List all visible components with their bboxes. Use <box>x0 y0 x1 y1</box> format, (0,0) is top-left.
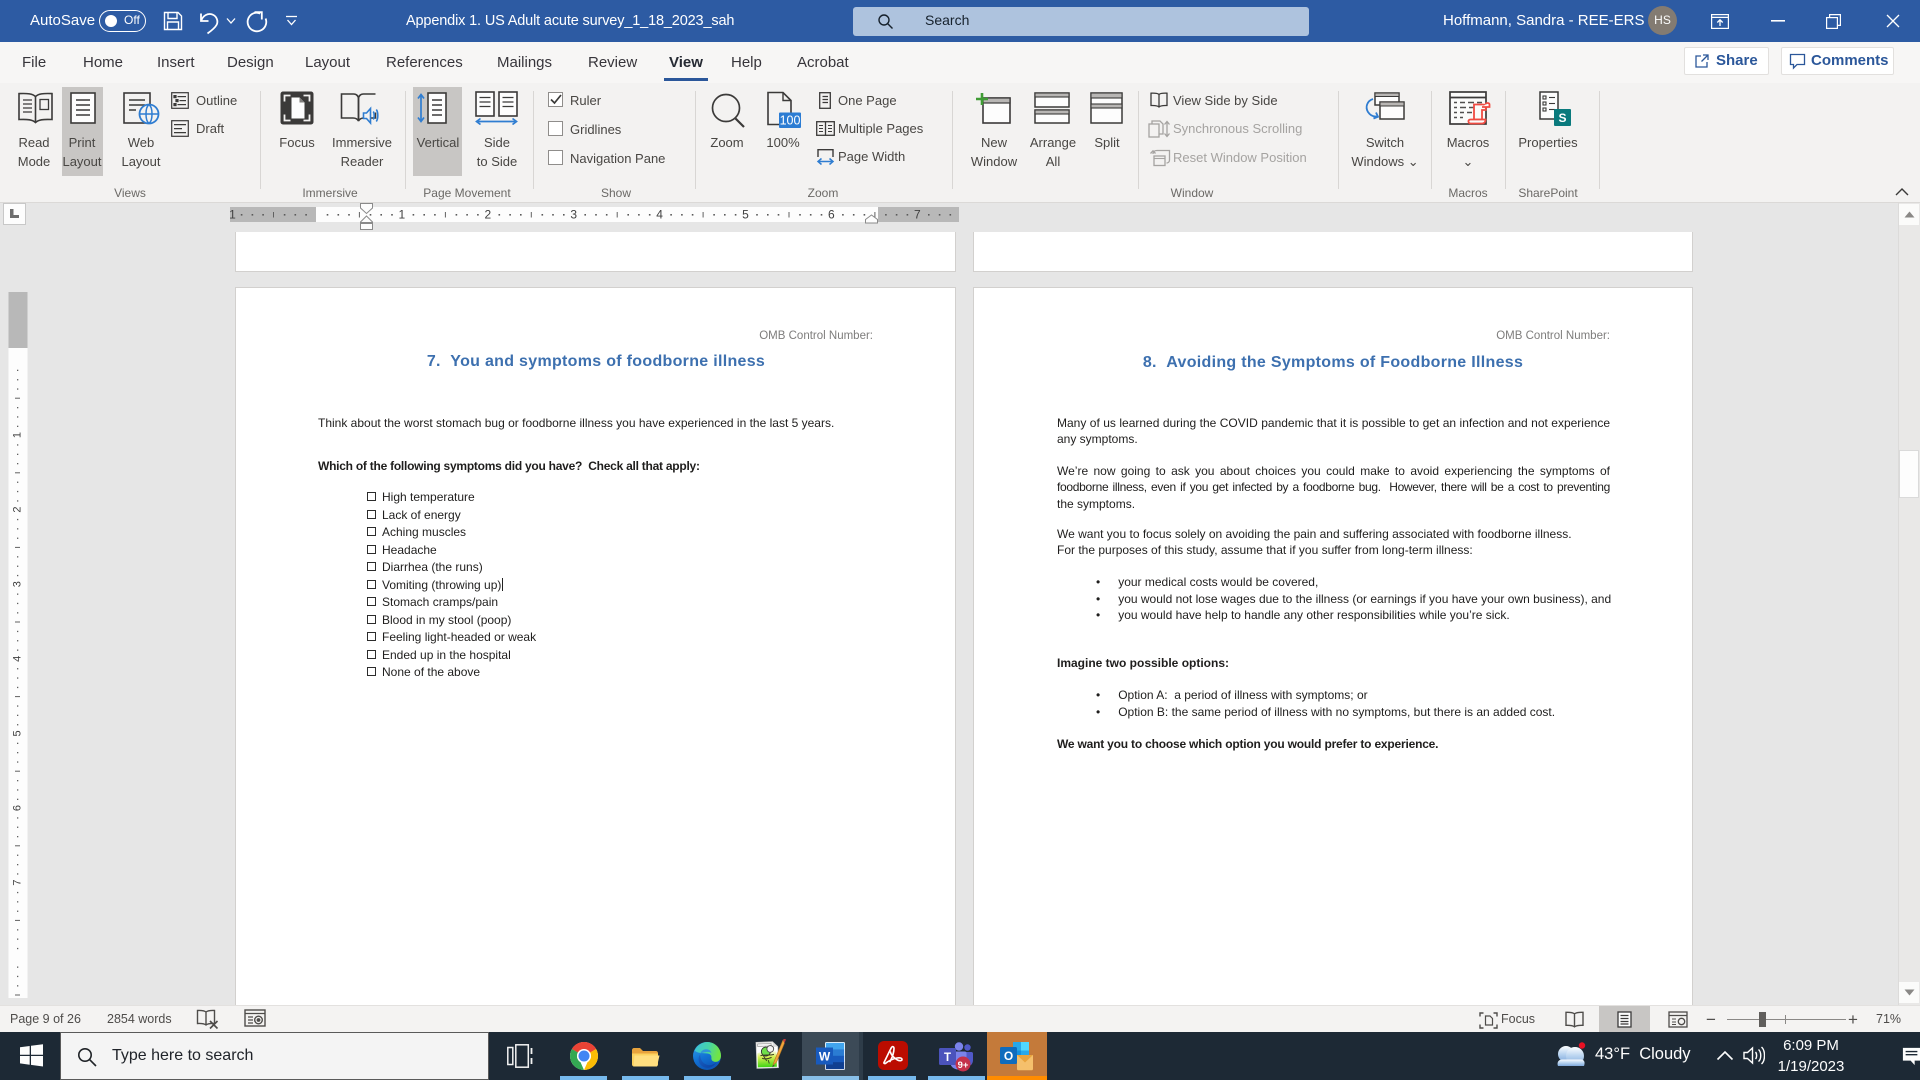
svg-text:3: 3 <box>12 581 24 587</box>
svg-text:3: 3 <box>570 208 577 222</box>
svg-text:100: 100 <box>780 114 801 128</box>
svg-text:5: 5 <box>12 730 24 736</box>
svg-text:1: 1 <box>230 208 236 222</box>
svg-text:9+: 9+ <box>958 1060 969 1071</box>
svg-text:2: 2 <box>12 507 24 513</box>
svg-text:T: T <box>944 1052 951 1064</box>
svg-text:5: 5 <box>742 208 749 222</box>
svg-text:6: 6 <box>828 208 835 222</box>
svg-text:1: 1 <box>399 208 406 222</box>
svg-text:4: 4 <box>12 656 24 662</box>
svg-text:7: 7 <box>12 880 24 886</box>
svg-text:7: 7 <box>914 208 921 222</box>
svg-text:6: 6 <box>12 805 24 811</box>
svg-text:O: O <box>1004 1049 1013 1063</box>
svg-text:4: 4 <box>656 208 663 222</box>
svg-text:1: 1 <box>12 432 24 438</box>
svg-text:2: 2 <box>484 208 491 222</box>
svg-text:W: W <box>819 1049 831 1063</box>
svg-text:S: S <box>1558 111 1566 125</box>
